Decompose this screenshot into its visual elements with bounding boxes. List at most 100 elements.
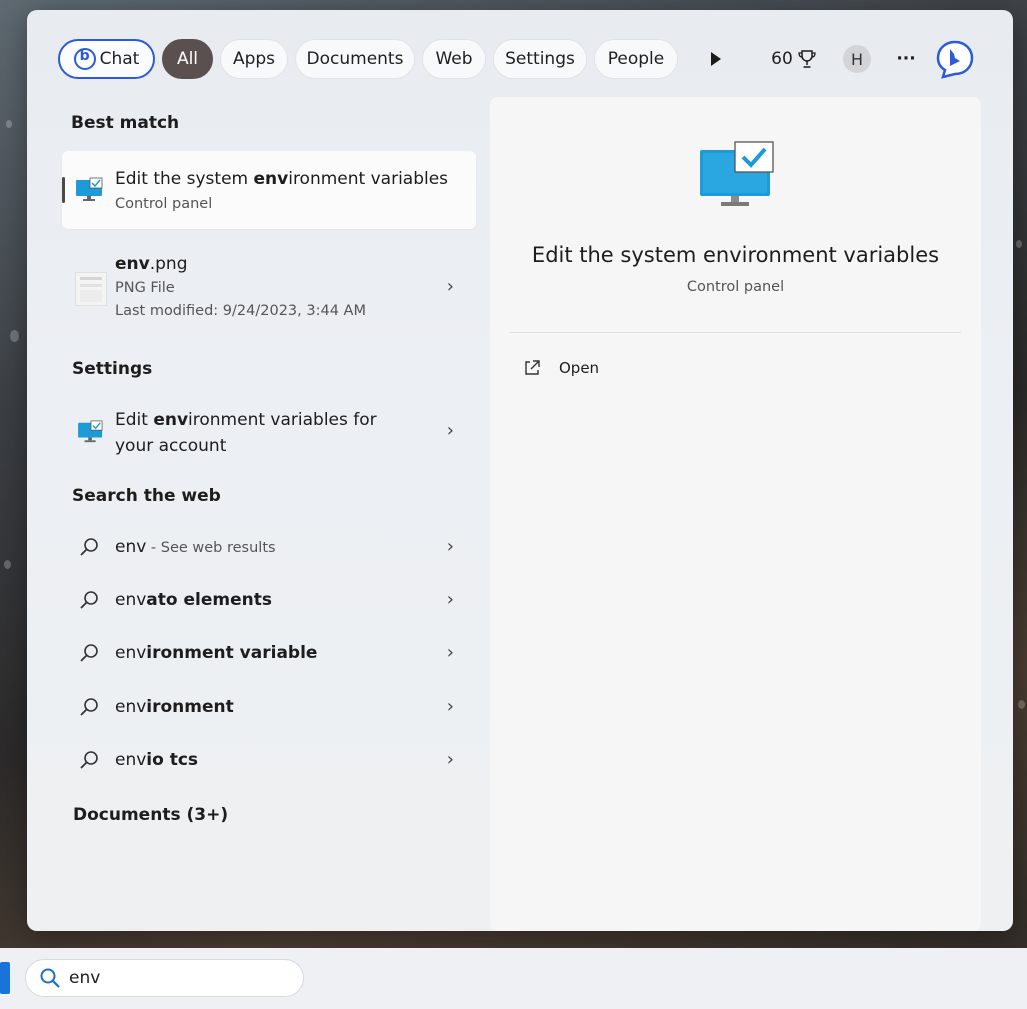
section-best-match: Best match <box>71 113 180 133</box>
file-type: PNG File <box>115 280 175 296</box>
taskbar-search-box[interactable] <box>25 959 304 997</box>
more-tabs-play-button[interactable] <box>701 41 731 77</box>
control-panel-monitor-icon <box>76 177 103 201</box>
web-query-completion: ato elements <box>146 590 272 610</box>
open-action[interactable]: Open <box>523 359 599 377</box>
wallpaper-drop <box>1018 700 1025 709</box>
web-result-text: env - See web results <box>115 537 276 557</box>
web-results-hint: - See web results <box>146 540 276 556</box>
windows-start-icon[interactable] <box>0 962 10 994</box>
best-match-result[interactable]: Edit the system environment variables Co… <box>62 151 476 229</box>
settings-line1-start: Edit <box>115 410 154 430</box>
web-result-environment[interactable]: environment › <box>62 682 476 734</box>
web-query-prefix: env <box>115 537 147 557</box>
search-icon <box>80 751 98 769</box>
section-documents[interactable]: Documents (3+) <box>73 805 228 825</box>
tab-settings[interactable]: Settings <box>493 39 587 79</box>
selection-indicator <box>62 177 65 203</box>
tab-people[interactable]: People <box>594 39 678 79</box>
settings-monitor-icon <box>78 420 103 443</box>
best-match-title-end: ironment variables <box>288 169 449 189</box>
tab-apps-label: Apps <box>232 49 276 69</box>
tab-documents-label: Documents <box>306 49 404 69</box>
tab-all[interactable]: All <box>162 39 213 79</box>
web-result-env[interactable]: env - See web results › <box>62 522 476 574</box>
png-thumbnail-icon <box>75 272 107 306</box>
web-query-completion: ironment <box>146 697 234 717</box>
search-icon <box>80 591 98 609</box>
more-options-button[interactable]: ··· <box>889 41 923 77</box>
trophy-icon <box>798 50 816 68</box>
chat-button[interactable]: Chat <box>58 39 155 79</box>
web-result-text: envio tcs <box>115 750 198 770</box>
settings-result-line1: Edit environment variables for <box>115 410 377 430</box>
preview-subtitle: Control panel <box>686 279 785 295</box>
tab-web-label: Web <box>435 49 473 69</box>
best-match-title-match: env <box>253 169 289 189</box>
wallpaper-drop <box>4 560 11 569</box>
file-result-env-png[interactable]: env.png PNG File Last modified: 9/24/202… <box>62 246 476 328</box>
web-result-environment-variable[interactable]: environment variable › <box>62 628 476 680</box>
web-query-prefix: env <box>115 643 147 663</box>
tab-people-label: People <box>607 49 665 69</box>
avatar-initial: H <box>850 49 864 69</box>
preview-title: Edit the system environment variables <box>531 243 940 267</box>
chevron-right-icon[interactable]: › <box>447 420 454 441</box>
taskbar-search-input[interactable] <box>69 968 269 988</box>
wallpaper-drop <box>10 330 19 342</box>
taskbar <box>0 948 1027 1009</box>
bing-icon <box>936 40 974 79</box>
file-name-match: env <box>115 254 150 274</box>
avatar: H <box>843 45 871 73</box>
web-query-prefix: env <box>115 697 147 717</box>
file-name: env.png <box>115 254 187 274</box>
tab-documents[interactable]: Documents <box>295 39 415 79</box>
open-action-label: Open <box>559 359 600 377</box>
tab-apps[interactable]: Apps <box>220 39 288 79</box>
chat-label: Chat <box>99 49 140 69</box>
best-match-title-start: Edit the system <box>115 169 254 189</box>
account-button[interactable]: H <box>842 41 872 77</box>
web-query-completion: io tcs <box>146 750 199 770</box>
settings-line1-end: ironment variables for <box>188 410 377 430</box>
chevron-right-icon[interactable]: › <box>447 589 454 610</box>
web-result-envato[interactable]: envato elements › <box>62 575 476 627</box>
file-name-ext: .png <box>149 254 188 274</box>
best-match-title: Edit the system environment variables <box>115 169 448 189</box>
chevron-right-icon[interactable]: › <box>447 276 454 297</box>
search-flyout: Chat All Apps Documents Web Settings Peo… <box>27 10 1013 931</box>
chevron-right-icon[interactable]: › <box>447 749 454 770</box>
web-result-text: envato elements <box>115 590 272 610</box>
control-panel-large-icon <box>700 141 774 206</box>
wallpaper-drop <box>1016 240 1022 248</box>
best-match-subtitle: Control panel <box>115 196 213 212</box>
settings-line1-match: env <box>153 410 189 430</box>
chevron-right-icon[interactable]: › <box>447 642 454 663</box>
tab-web[interactable]: Web <box>422 39 486 79</box>
tab-all-label: All <box>176 49 199 69</box>
web-query-prefix: env <box>115 750 147 770</box>
settings-result-line2: your account <box>115 436 227 456</box>
tab-settings-label: Settings <box>505 49 575 69</box>
section-search-web: Search the web <box>72 486 221 506</box>
rewards-points: 60 <box>771 49 793 69</box>
chevron-right-icon[interactable]: › <box>447 696 454 717</box>
play-icon <box>711 52 721 66</box>
bing-button[interactable] <box>934 38 976 80</box>
section-settings: Settings <box>72 359 153 379</box>
wallpaper-drop <box>6 120 12 128</box>
preview-divider <box>510 332 961 333</box>
search-icon <box>40 968 60 988</box>
web-result-text: environment variable <box>115 643 317 663</box>
web-query-completion: ironment variable <box>146 643 318 663</box>
web-result-envio-tcs[interactable]: envio tcs › <box>62 735 476 787</box>
preview-pane: Edit the system environment variables Co… <box>490 97 981 931</box>
rewards-button[interactable]: 60 <box>769 41 819 77</box>
web-query-prefix: env <box>115 590 147 610</box>
search-icon <box>80 538 98 556</box>
bing-chat-icon <box>73 48 96 70</box>
settings-result[interactable]: Edit environment variables for your acco… <box>62 400 476 468</box>
file-modified: Last modified: 9/24/2023, 3:44 AM <box>115 303 366 319</box>
chevron-right-icon[interactable]: › <box>447 536 454 557</box>
search-icon <box>80 644 98 662</box>
